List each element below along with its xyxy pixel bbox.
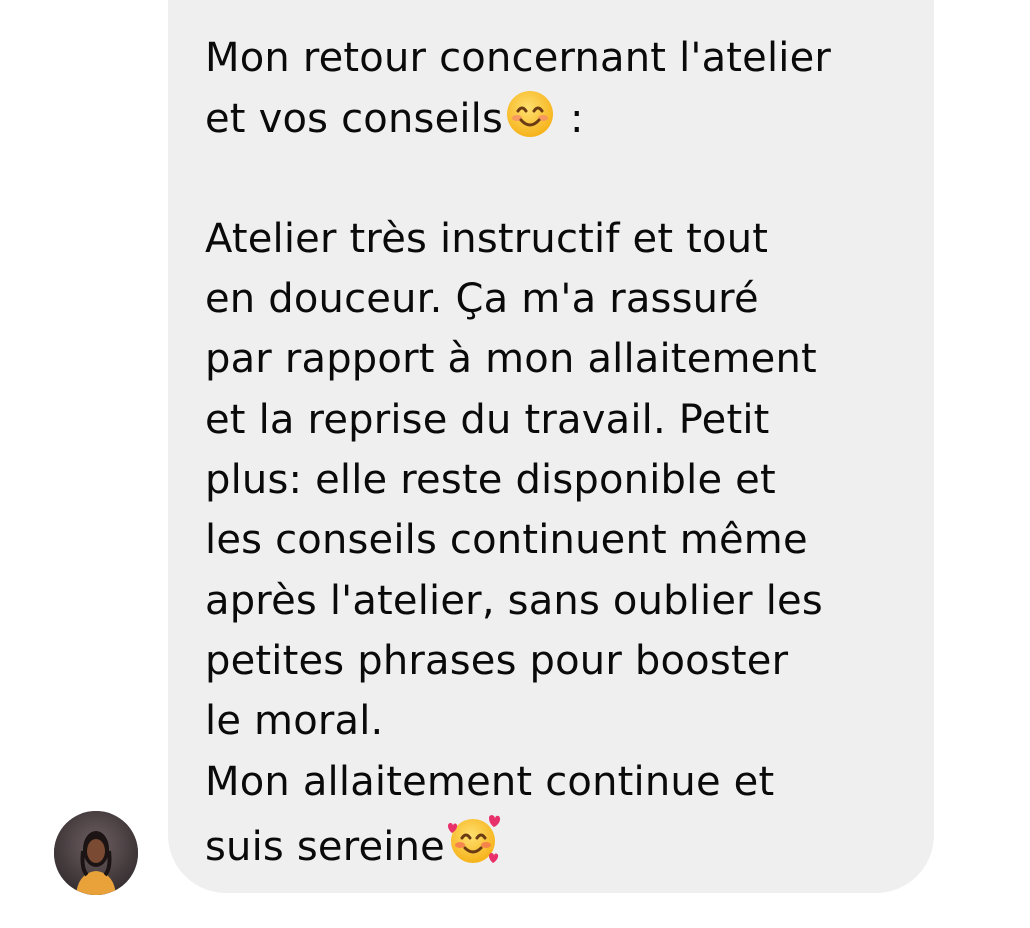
message-line: et la reprise du travail. Petit <box>205 396 770 443</box>
message-line: plus: elle reste disponible et <box>205 457 776 504</box>
profile-photo <box>54 811 138 895</box>
message-line: en douceur. Ça m'a rassuré <box>205 276 759 323</box>
message-line-text: et vos conseils <box>205 96 504 143</box>
message-line: Mon allaitement continue et <box>205 758 775 805</box>
message-line-text: suis sereine <box>205 823 445 870</box>
message-text: Mon retour concernant l'atelier et vos c… <box>205 28 905 872</box>
message-line: Mon retour concernant l'atelier <box>205 35 832 81</box>
message-line: le moral. <box>205 698 384 745</box>
message-line: et vos conseils : <box>205 88 905 148</box>
message-line: après l'atelier, sans oublier les <box>205 577 823 624</box>
smiling-face-with-hearts-icon <box>445 812 503 883</box>
message-thread: Mon retour concernant l'atelier et vos c… <box>0 0 1030 928</box>
message-line: petites phrases pour booster <box>205 637 789 684</box>
avatar[interactable] <box>54 811 138 895</box>
message-line: suis sereine <box>205 812 905 872</box>
message-line: Atelier très instructif et tout <box>205 215 769 262</box>
message-line: les conseils continuent même <box>205 517 808 564</box>
smiling-face-icon <box>503 88 557 155</box>
message-line: par rapport à mon allaitement <box>205 336 817 383</box>
message-line-suffix: : <box>557 96 584 143</box>
